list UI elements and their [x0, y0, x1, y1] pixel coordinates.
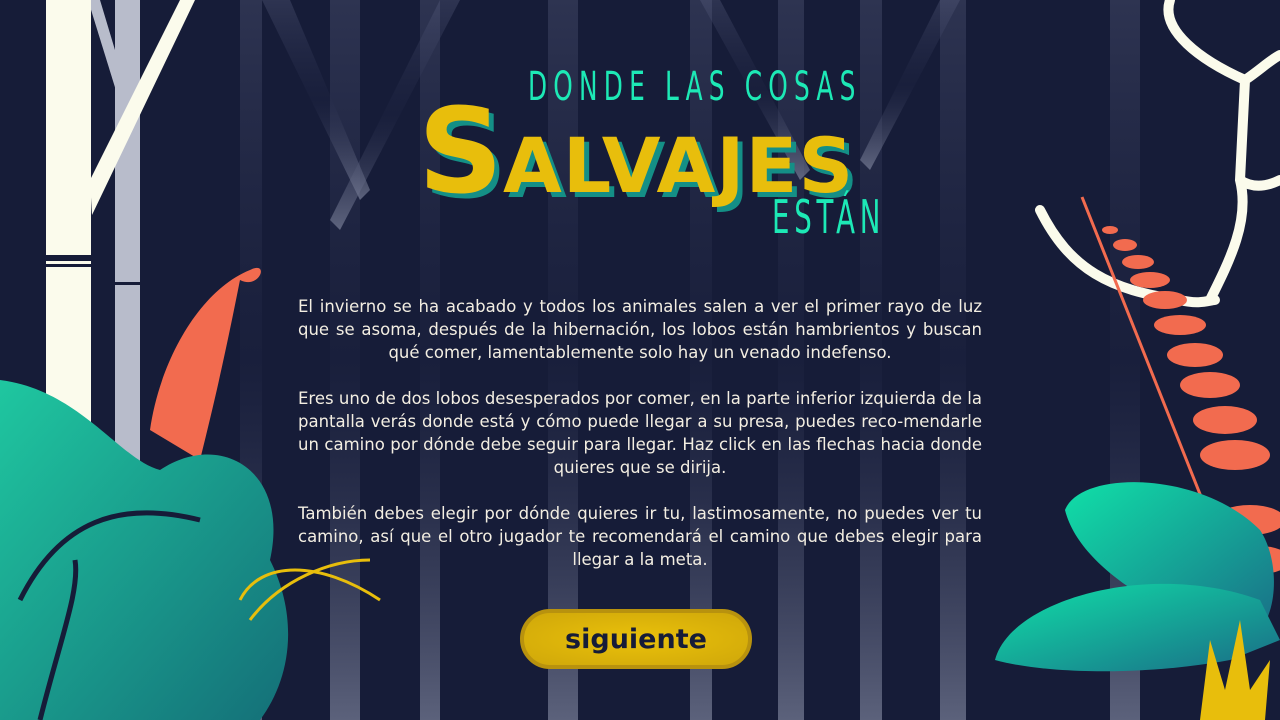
- title-line-3: ESTÁN: [772, 190, 886, 244]
- instruction-paragraph: El invierno se ha acabado y todos los an…: [298, 297, 982, 362]
- next-button[interactable]: siguiente: [520, 609, 752, 669]
- instruction-paragraph: También debes elegir por dónde quieres i…: [298, 504, 982, 569]
- game-title: DONDE LAS COSAS SALVAJES ESTÁN: [0, 0, 1280, 260]
- instructions: El invierno se ha acabado y todos los an…: [298, 295, 982, 594]
- title-initial: S: [418, 82, 503, 220]
- instruction-paragraph: Eres uno de dos lobos desesperados por c…: [298, 389, 982, 477]
